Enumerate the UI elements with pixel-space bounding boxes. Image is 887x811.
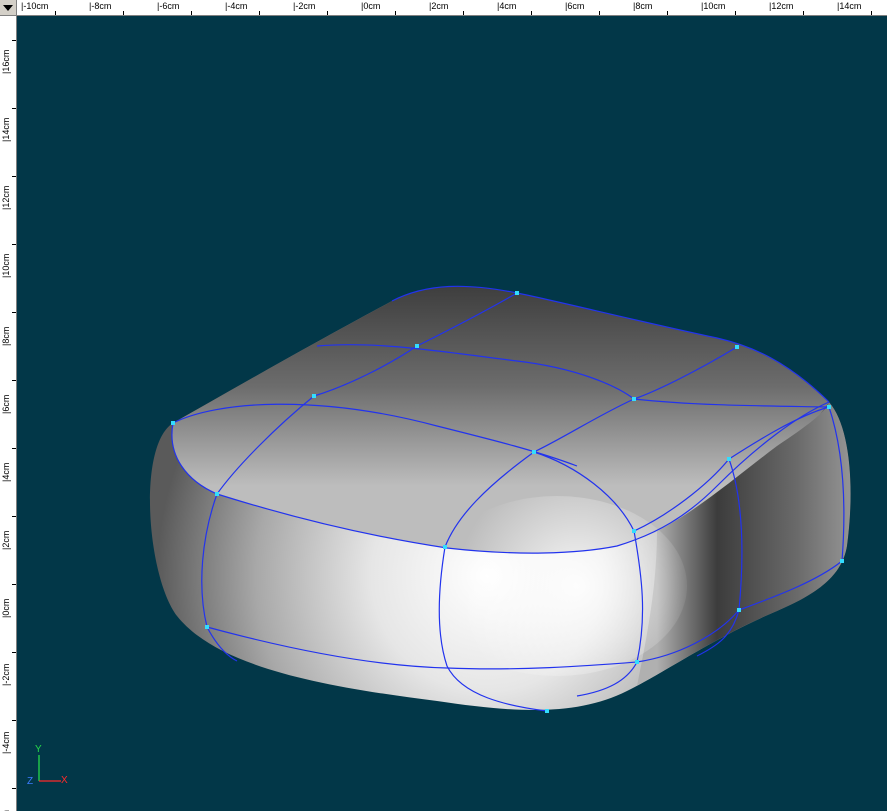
control-point[interactable] [215, 492, 219, 496]
horizontal-ruler-label: |10cm [701, 1, 726, 11]
vertical-ruler-tick [12, 652, 16, 653]
control-point[interactable] [443, 545, 447, 549]
vertical-ruler-label: |-2cm [1, 663, 11, 686]
horizontal-ruler-tick [123, 11, 124, 15]
control-point[interactable] [312, 394, 316, 398]
control-point[interactable] [205, 625, 209, 629]
control-point[interactable] [545, 709, 549, 713]
vertical-ruler-tick [12, 788, 16, 789]
y-axis-label: Y [35, 744, 42, 755]
z-axis-label: Z [27, 776, 34, 787]
horizontal-ruler-label: |2cm [429, 1, 449, 11]
control-point[interactable] [532, 450, 536, 454]
horizontal-ruler-tick [735, 11, 736, 15]
vertical-ruler-label: |4cm [1, 462, 11, 482]
vertical-ruler-label: |2cm [1, 530, 11, 550]
control-point[interactable] [737, 608, 741, 612]
vertical-ruler-label: |-4cm [1, 731, 11, 754]
horizontal-ruler-tick [259, 11, 260, 15]
control-point[interactable] [632, 529, 636, 533]
horizontal-ruler-label: |-4cm [225, 1, 248, 11]
horizontal-ruler-tick [463, 11, 464, 15]
vertical-ruler-label: |14cm [1, 117, 11, 142]
horizontal-ruler-tick [55, 11, 56, 15]
horizontal-ruler-label: |12cm [769, 1, 794, 11]
control-point[interactable] [727, 457, 731, 461]
control-point[interactable] [635, 660, 639, 664]
horizontal-ruler: |-10cm |-8cm |-6cm |-4cm |-2cm |0cm |2cm |4cm |6… [17, 0, 887, 16]
horizontal-ruler-tick [531, 11, 532, 15]
horizontal-ruler-tick [191, 11, 192, 15]
horizontal-ruler-label: |6cm [565, 1, 585, 11]
vertical-ruler-tick [12, 312, 16, 313]
control-point[interactable] [827, 405, 831, 409]
horizontal-ruler-label: |8cm [633, 1, 653, 11]
horizontal-ruler-label: |14cm [837, 1, 862, 11]
horizontal-ruler-tick [327, 11, 328, 15]
vertical-ruler-tick [12, 380, 16, 381]
horizontal-ruler-label: |0cm [361, 1, 381, 11]
horizontal-ruler-tick [667, 11, 668, 15]
control-point[interactable] [171, 421, 175, 425]
control-point[interactable] [632, 397, 636, 401]
vertical-ruler-tick [12, 40, 16, 41]
horizontal-ruler-label: |-2cm [293, 1, 316, 11]
3d-viewport[interactable]: Y Z X [17, 16, 887, 811]
surface-model[interactable] [17, 16, 887, 811]
vertical-ruler-tick [12, 516, 16, 517]
vertical-ruler-label: |10cm [1, 253, 11, 278]
horizontal-ruler-tick [599, 11, 600, 15]
axis-gizmo: Y Z X [25, 745, 75, 795]
x-axis-label: X [61, 775, 68, 786]
dropdown-arrow-icon [3, 5, 13, 11]
vertical-ruler-tick [12, 448, 16, 449]
horizontal-ruler-label: |-10cm [21, 1, 49, 11]
vertical-ruler-label: |6cm [1, 394, 11, 414]
vertical-ruler-tick [12, 176, 16, 177]
vertical-ruler: |16cm |14cm |12cm |10cm |8cm |6cm |4cm |2cm |0cm… [0, 16, 17, 811]
vertical-ruler-label: |0cm [1, 598, 11, 618]
horizontal-ruler-tick [803, 11, 804, 15]
vertical-ruler-tick [12, 108, 16, 109]
specular-highlight [427, 496, 687, 676]
vertical-ruler-label: |12cm [1, 185, 11, 210]
control-point[interactable] [515, 291, 519, 295]
horizontal-ruler-tick [871, 11, 872, 15]
control-point[interactable] [415, 344, 419, 348]
control-point[interactable] [735, 345, 739, 349]
horizontal-ruler-label: |-8cm [89, 1, 112, 11]
vertical-ruler-label: |8cm [1, 326, 11, 346]
horizontal-ruler-label: |-6cm [157, 1, 180, 11]
horizontal-ruler-tick [395, 11, 396, 15]
vertical-ruler-tick [12, 720, 16, 721]
vertical-ruler-tick [12, 584, 16, 585]
vertical-ruler-tick [12, 244, 16, 245]
control-point[interactable] [840, 559, 844, 563]
horizontal-ruler-label: |4cm [497, 1, 517, 11]
view-menu-button[interactable] [0, 0, 17, 16]
vertical-ruler-label: |16cm [1, 49, 11, 74]
